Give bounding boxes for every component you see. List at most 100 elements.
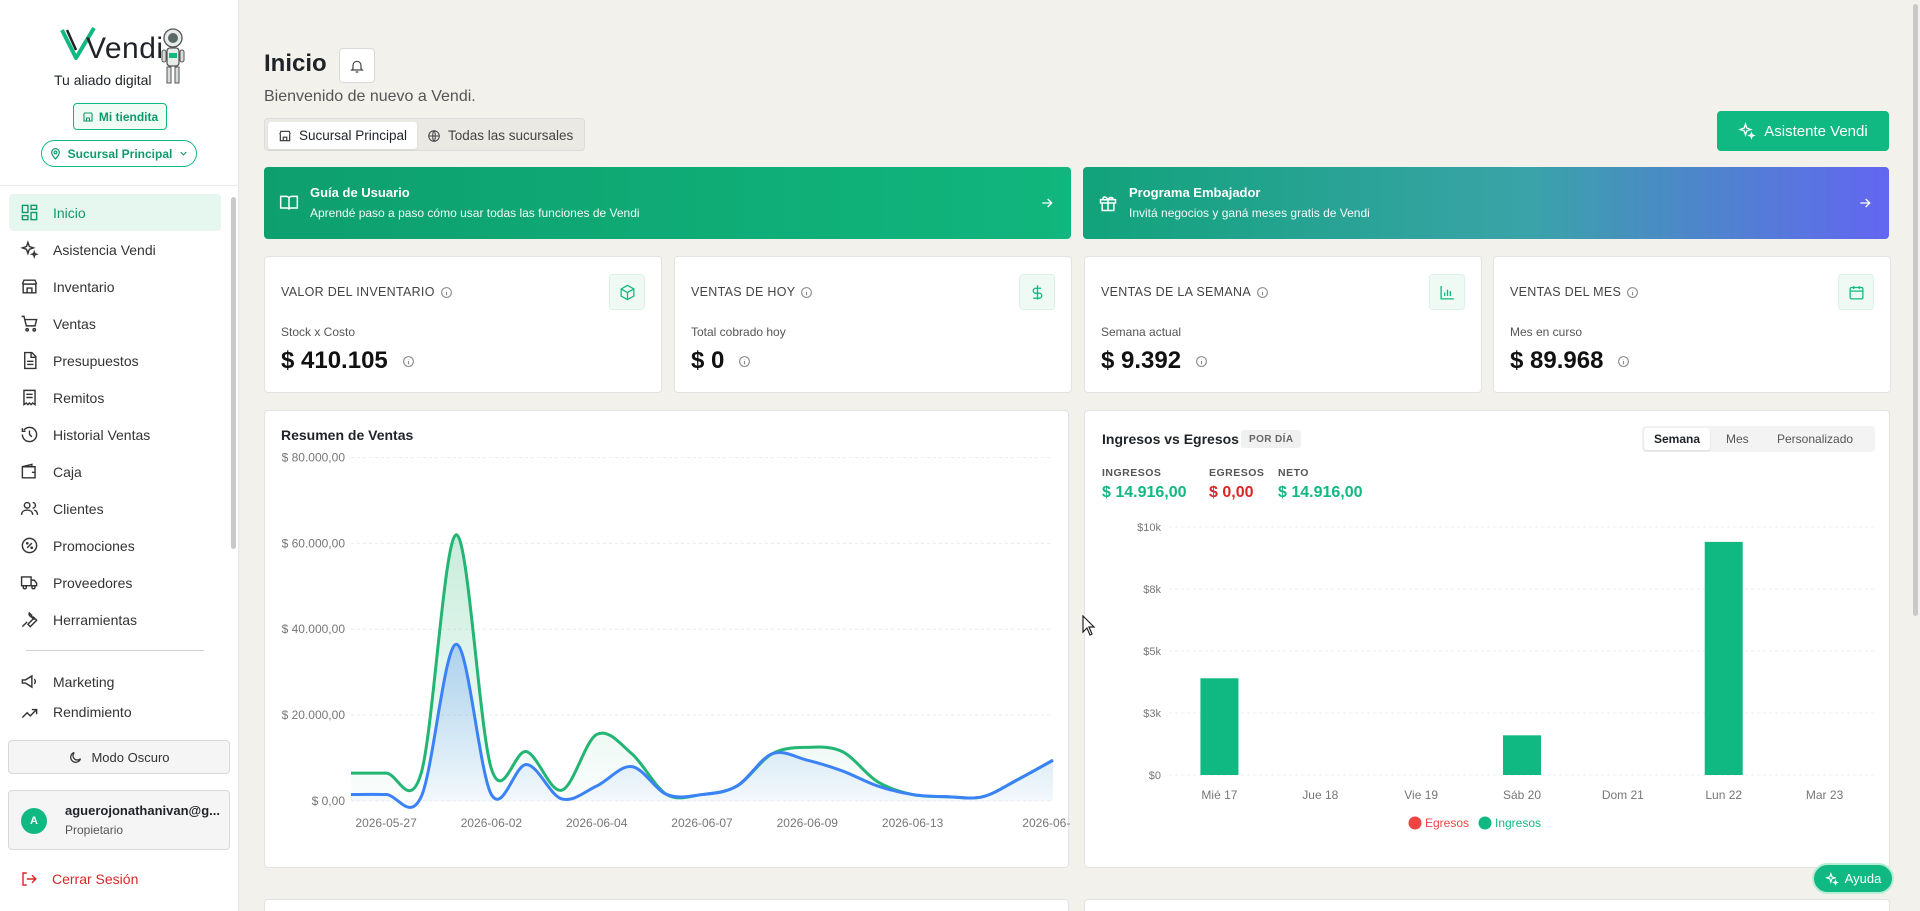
sidebar-nav: Inicio Asistencia Vendi Inventario Venta…	[0, 194, 230, 724]
megaphone-icon	[21, 674, 37, 689]
x-tick-label: 2026-06-09	[777, 816, 839, 830]
store-icon	[82, 111, 93, 122]
sidebar-item-remitos[interactable]: Remitos	[9, 379, 221, 416]
brand-logo[interactable]: Vendi Tu aliado digital	[0, 24, 239, 94]
help-button[interactable]: Ayuda	[1812, 863, 1894, 894]
sidebar-item-ventas[interactable]: Ventas	[9, 305, 221, 342]
legend-swatch	[1478, 816, 1492, 830]
robot-mascot-icon	[161, 28, 185, 84]
stat-caption: Stock x Costo	[281, 325, 356, 339]
logout-icon	[22, 872, 37, 886]
series-area	[351, 644, 1053, 808]
bell-icon	[350, 60, 364, 73]
dark-mode-label: Modo Oscuro	[91, 749, 170, 765]
arrow-right-icon	[1860, 198, 1871, 208]
stat-card-sales-week: VENTAS DE LA SEMANA Semana actual $ 9.39…	[1084, 256, 1482, 393]
sidebar-item-inventario[interactable]: Inventario	[9, 268, 221, 305]
info-icon[interactable]	[440, 286, 453, 299]
stat-value-text: $ 410.105	[281, 347, 388, 374]
stat-value: $ 410.105	[281, 347, 415, 375]
users-icon	[20, 501, 39, 515]
bottom-card-right	[1084, 899, 1890, 911]
sidebar-item-caja[interactable]: Caja	[9, 453, 221, 490]
stat-icon-box	[1019, 274, 1055, 310]
bottom-card-left	[264, 899, 1069, 911]
sidebar-item-label: Asistencia Vendi	[53, 241, 156, 258]
sales-summary-card: Resumen de Ventas $ 0,00 $ 20.000,00 $ 40.…	[264, 410, 1070, 869]
user-role: Propietario	[65, 823, 124, 837]
stat-label: VENTAS DE LA SEMANA	[1101, 285, 1269, 299]
dashboard-icon	[21, 204, 38, 221]
sidebar-item-label: Clientes	[53, 500, 104, 517]
sidebar-item-historial[interactable]: Historial Ventas	[9, 416, 221, 453]
sidebar-item-promociones[interactable]: Promociones	[9, 527, 221, 564]
user-profile-card[interactable]: A aguerojonathanivan@g... Propietario	[8, 790, 230, 850]
brand-name: Vendi	[86, 32, 164, 65]
cart-icon	[21, 315, 38, 332]
globe-icon	[428, 129, 440, 142]
sidebar-item-proveedores[interactable]: Proveedores	[9, 564, 221, 601]
sidebar-item-label: Caja	[53, 463, 82, 480]
user-guide-banner[interactable]: Guía de Usuario Aprendé paso a paso cómo…	[264, 167, 1071, 239]
info-icon[interactable]	[1626, 286, 1639, 299]
page-scroll-thumb[interactable]	[1913, 4, 1918, 616]
building-icon	[279, 130, 291, 141]
sidebar-item-asistencia[interactable]: Asistencia Vendi	[9, 231, 221, 268]
sidebar-item-label: Inicio	[53, 204, 86, 221]
page-title: Inicio	[264, 50, 327, 77]
sidebar-scrollbar[interactable]	[230, 187, 237, 727]
branch-option-main[interactable]: Sucursal Principal	[268, 122, 418, 149]
stat-value: $ 9.392	[1101, 347, 1208, 375]
sidebar-item-clientes[interactable]: Clientes	[9, 490, 221, 527]
y-tick-label: $ 20.000,00	[282, 708, 346, 722]
stat-value: $ 89.968	[1510, 347, 1630, 375]
my-shop-button[interactable]: Mi tiendita	[73, 103, 167, 130]
branch-option-all[interactable]: Todas las sucursales	[417, 122, 583, 149]
sidebar-scroll-thumb[interactable]	[231, 197, 236, 549]
notifications-button[interactable]	[339, 48, 375, 83]
info-icon[interactable]	[800, 286, 813, 299]
sidebar-item-label: Herramientas	[53, 611, 138, 628]
info-icon[interactable]	[1256, 286, 1269, 299]
stat-value-text: $ 0	[691, 347, 725, 374]
sparkles-icon	[1824, 871, 1839, 886]
calendar-icon	[1848, 285, 1864, 300]
sidebar-item-label: Remitos	[53, 389, 105, 406]
chevron-down-icon	[180, 151, 188, 156]
sidebar-item-presupuestos[interactable]: Presupuestos	[9, 342, 221, 379]
trending-up-icon	[21, 708, 38, 718]
sidebar-item-rendimiento[interactable]: Rendimiento	[9, 700, 221, 724]
assistant-button[interactable]: Asistente Vendi	[1717, 111, 1889, 151]
income-expense-chart[interactable]: $0 $3k $5k $8k $10k Mié 17 Jue 18 Vie 19 Sáb 20 D…	[1085, 411, 1891, 869]
sidebar-item-label: Presupuestos	[53, 352, 139, 369]
info-icon[interactable]	[1195, 355, 1208, 368]
sidebar-item-label: Ventas	[53, 315, 96, 332]
wrench-icon	[21, 611, 38, 628]
logout-button[interactable]: Cerrar Sesión	[20, 870, 138, 888]
assistant-button-label: Asistente Vendi	[1764, 122, 1868, 140]
info-icon[interactable]	[402, 355, 415, 368]
sales-summary-chart[interactable]: $ 0,00 $ 20.000,00 $ 40.000,00 $ 60.000,00 $…	[265, 411, 1070, 869]
sidebar-item-herramientas[interactable]: Herramientas	[9, 601, 221, 638]
stat-label: VALOR DEL INVENTARIO	[281, 285, 453, 299]
stat-card-sales-month: VENTAS DEL MES Mes en curso $ 89.968	[1493, 256, 1891, 393]
my-shop-label: Mi tiendita	[98, 109, 159, 124]
stat-caption: Semana actual	[1101, 325, 1182, 339]
stat-card-inventory-value: VALOR DEL INVENTARIO Stock x Costo $ 410…	[264, 256, 662, 393]
x-tick-label: Mar 23	[1806, 788, 1844, 802]
legend-label: Ingresos	[1495, 816, 1541, 830]
sidebar-item-inicio[interactable]: Inicio	[9, 194, 221, 231]
sidebar-item-marketing[interactable]: Marketing	[9, 663, 221, 700]
page-scrollbar[interactable]	[1911, 0, 1920, 911]
info-icon[interactable]	[738, 355, 751, 368]
ambassador-banner[interactable]: Programa Embajador Invitá negocios y gan…	[1083, 167, 1889, 239]
x-tick-label: Lun 22	[1705, 788, 1742, 802]
dark-mode-toggle[interactable]: Modo Oscuro	[8, 740, 230, 774]
bar	[1200, 678, 1239, 775]
income-expense-card: Ingresos vs Egresos POR DÍA Semana Mes P…	[1084, 410, 1890, 868]
branch-selector[interactable]: Sucursal Principal	[41, 140, 197, 167]
user-email: aguerojonathanivan@g...	[65, 803, 220, 818]
info-icon[interactable]	[1617, 355, 1630, 368]
y-tick-label: $ 40.000,00	[282, 622, 346, 636]
x-tick-label: Jue 18	[1302, 788, 1338, 802]
